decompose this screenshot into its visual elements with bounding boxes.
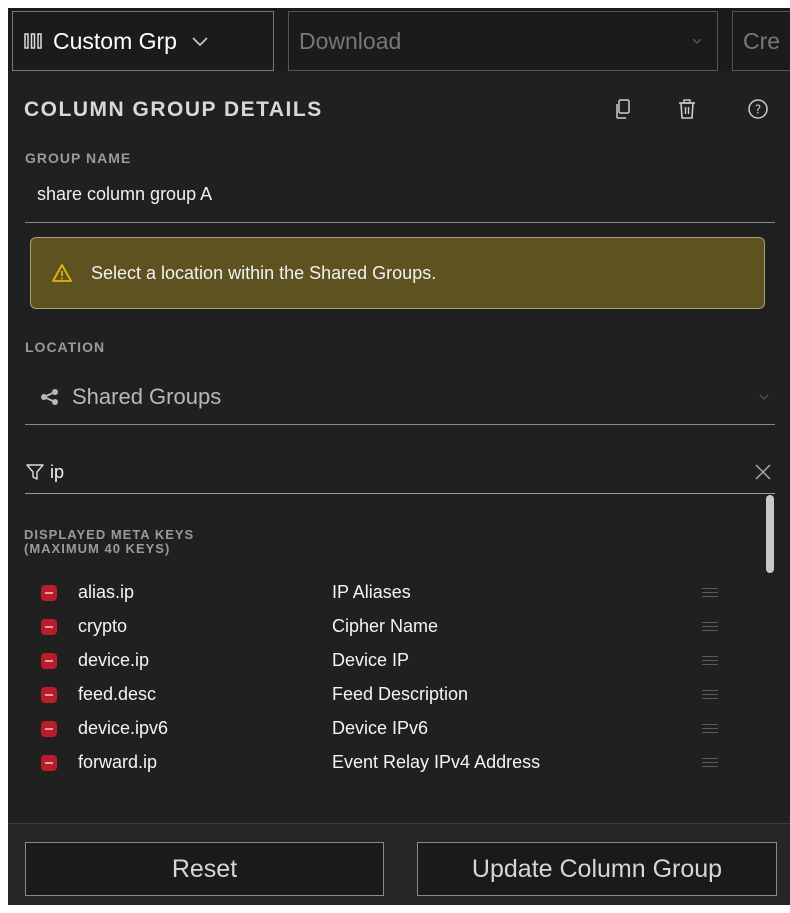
location-underline bbox=[25, 424, 775, 425]
meta-key-description: Device IPv6 bbox=[332, 718, 429, 738]
chevron-down-icon bbox=[759, 394, 769, 401]
filter-icon bbox=[26, 463, 44, 481]
trash-icon[interactable] bbox=[673, 95, 701, 123]
help-icon[interactable]: ? bbox=[744, 95, 772, 123]
column-group-label: Custom Grp bbox=[53, 27, 177, 54]
meta-key-name: device.ipv6 bbox=[78, 718, 169, 738]
drag-handle-icon[interactable] bbox=[702, 656, 718, 665]
drag-handle-icon[interactable] bbox=[702, 724, 718, 733]
filter-input[interactable]: ip bbox=[26, 457, 776, 487]
share-icon bbox=[40, 388, 60, 406]
warning-text: Select a location within the Shared Grou… bbox=[91, 262, 437, 283]
remove-icon[interactable] bbox=[41, 652, 57, 669]
drag-handle-icon[interactable] bbox=[702, 588, 718, 597]
columns-icon bbox=[23, 31, 43, 51]
warning-icon bbox=[51, 263, 73, 283]
list-item: crypto Cipher Name bbox=[8, 610, 790, 643]
meta-key-description: Cipher Name bbox=[332, 616, 439, 636]
remove-icon[interactable] bbox=[41, 618, 57, 635]
meta-key-name: device.ip bbox=[78, 650, 150, 670]
meta-key-description: Feed Description bbox=[332, 684, 469, 704]
meta-key-description: IP Aliases bbox=[332, 582, 411, 602]
svg-text:?: ? bbox=[755, 103, 761, 117]
download-label: Download bbox=[299, 27, 402, 54]
column-group-panel: Custom Grp Download Cre COLUMN GROUP DET… bbox=[8, 8, 790, 905]
meta-key-name: alias.ip bbox=[78, 582, 135, 602]
chevron-down-icon bbox=[191, 35, 209, 47]
meta-key-description: Event Relay IPv4 Address bbox=[332, 752, 541, 772]
copy-icon[interactable] bbox=[609, 95, 637, 123]
list-item: alias.ip IP Aliases bbox=[8, 576, 790, 609]
filter-underline bbox=[25, 493, 775, 494]
action-footer: Reset Update Column Group bbox=[8, 823, 790, 905]
meta-key-name: crypto bbox=[78, 616, 128, 636]
displayed-keys-heading: DISPLAYED META KEYS (MAXIMUM 40 KEYS) bbox=[24, 528, 194, 556]
drag-handle-icon[interactable] bbox=[702, 690, 718, 699]
group-name-label: GROUP NAME bbox=[25, 150, 132, 166]
filter-value: ip bbox=[50, 461, 65, 482]
reset-button[interactable]: Reset bbox=[25, 842, 384, 896]
remove-icon[interactable] bbox=[41, 754, 57, 771]
group-name-underline bbox=[25, 222, 775, 223]
displayed-keys-title: DISPLAYED META KEYS bbox=[24, 527, 195, 542]
update-column-group-button[interactable]: Update Column Group bbox=[417, 842, 777, 896]
group-name-input[interactable]: share column group A bbox=[37, 184, 212, 205]
meta-key-description: Device IP bbox=[332, 650, 410, 670]
drag-handle-icon[interactable] bbox=[702, 622, 718, 631]
list-item: feed.desc Feed Description bbox=[8, 678, 790, 711]
list-item: device.ipv6 Device IPv6 bbox=[8, 712, 790, 745]
toolbar: Custom Grp Download Cre bbox=[8, 8, 790, 71]
panel-title: COLUMN GROUP DETAILS bbox=[24, 98, 323, 121]
meta-key-name: forward.ip bbox=[78, 752, 158, 772]
location-label: LOCATION bbox=[25, 339, 106, 355]
drag-handle-icon[interactable] bbox=[702, 758, 718, 767]
list-item: forward.ip Event Relay IPv4 Address bbox=[8, 746, 790, 779]
warning-alert: Select a location within the Shared Grou… bbox=[30, 237, 765, 309]
location-value: Shared Groups bbox=[72, 384, 222, 409]
remove-icon[interactable] bbox=[41, 720, 57, 737]
remove-icon[interactable] bbox=[41, 686, 57, 703]
location-select[interactable]: Shared Groups bbox=[30, 380, 775, 414]
remove-icon[interactable] bbox=[41, 584, 57, 601]
create-label: Cre bbox=[743, 27, 781, 54]
displayed-keys-limit: (MAXIMUM 40 KEYS) bbox=[24, 541, 171, 556]
close-icon[interactable] bbox=[754, 463, 772, 481]
scrollbar-thumb[interactable] bbox=[766, 495, 774, 573]
download-dropdown[interactable]: Download bbox=[288, 11, 718, 71]
create-button[interactable]: Cre bbox=[732, 11, 790, 71]
chevron-down-icon bbox=[691, 37, 703, 45]
list-item: device.ip Device IP bbox=[8, 644, 790, 677]
column-group-dropdown[interactable]: Custom Grp bbox=[12, 11, 274, 71]
meta-key-name: feed.desc bbox=[78, 684, 157, 704]
